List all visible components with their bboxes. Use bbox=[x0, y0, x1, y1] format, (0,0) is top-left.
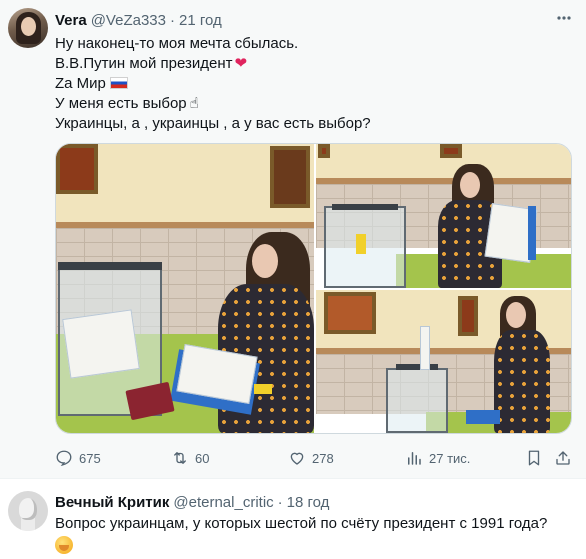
author-avatar[interactable] bbox=[8, 8, 48, 48]
woman-dress bbox=[494, 330, 550, 433]
reply-count: 675 bbox=[79, 450, 101, 466]
reply-author-name[interactable]: Вечный Критик bbox=[55, 494, 169, 511]
reply-header: Вечный Критик @eternal_critic · 18 год bbox=[55, 493, 329, 511]
ru-flag-icon bbox=[109, 77, 128, 89]
ballot bbox=[62, 309, 140, 379]
reply-icon bbox=[56, 450, 72, 466]
like-count: 278 bbox=[312, 450, 334, 466]
author-name[interactable]: Vera bbox=[55, 12, 87, 29]
bookmark-icon bbox=[528, 450, 540, 466]
tweet-header: Vera @VeZa333 · 21 год bbox=[55, 10, 222, 30]
share-icon bbox=[556, 451, 570, 465]
more-dots-icon[interactable] bbox=[552, 9, 576, 29]
bookmark-button[interactable] bbox=[525, 448, 549, 468]
ballot-box bbox=[386, 368, 448, 433]
tweet-text-line: Za Мир bbox=[55, 74, 575, 94]
photo-2[interactable] bbox=[316, 144, 571, 288]
hand-over-mouth-icon bbox=[55, 536, 73, 554]
like-heart-icon bbox=[290, 452, 304, 465]
painting bbox=[56, 144, 98, 194]
tweet-line-2: В.В.Путин мой президент bbox=[55, 55, 233, 72]
painting bbox=[324, 292, 376, 334]
separator-dot: · bbox=[169, 11, 175, 29]
like-button[interactable]: 278 bbox=[288, 448, 334, 468]
reply-text: Вопрос украинцам, у которых шестой по сч… bbox=[55, 515, 548, 532]
tweet-timestamp[interactable]: 21 год bbox=[179, 12, 222, 29]
tweet-line-1: Ну наконец-то моя мечта сбылась. bbox=[55, 35, 299, 52]
tweet[interactable]: Vera @VeZa333 · 21 год Ну наконец-то моя… bbox=[0, 0, 586, 478]
heart-icon: ❤ bbox=[234, 55, 248, 72]
photo-1[interactable] bbox=[56, 144, 314, 433]
retweet-button[interactable]: 60 bbox=[171, 448, 209, 468]
raised-finger-icon: ☝ bbox=[189, 95, 199, 112]
ballot bbox=[420, 326, 430, 370]
photo-3[interactable] bbox=[316, 290, 571, 433]
views-count: 27 тис. bbox=[429, 450, 471, 466]
reply-author-handle[interactable]: @eternal_critic bbox=[173, 494, 273, 511]
retweet-count: 60 bbox=[195, 450, 210, 466]
painting bbox=[270, 146, 310, 208]
reply-timestamp[interactable]: 18 год bbox=[287, 494, 330, 511]
tweet-text-line: У меня есть выбор ☝ bbox=[55, 94, 575, 114]
tweet-line-4: У меня есть выбор bbox=[55, 95, 187, 112]
reply-author-avatar[interactable] bbox=[8, 491, 48, 531]
tweet-text-line: В.В.Путин мой президент ❤ bbox=[55, 54, 575, 74]
reply-button[interactable]: 675 bbox=[55, 448, 101, 468]
tweet-actions: 675 60 278 27 тис. bbox=[55, 448, 572, 468]
statue-bust bbox=[19, 498, 37, 520]
separator-dot: · bbox=[277, 493, 283, 511]
share-button[interactable] bbox=[554, 448, 578, 468]
tweet-line-5: Украинцы, а , украинцы , а у вас есть вы… bbox=[55, 115, 371, 132]
views-chart-icon bbox=[408, 452, 421, 465]
media-grid bbox=[55, 143, 572, 434]
tweet-line-3: Za Мир bbox=[55, 75, 106, 92]
tweet-text-line: Ну наконец-то моя мечта сбылась. bbox=[55, 34, 575, 54]
views-button[interactable]: 27 тис. bbox=[405, 448, 470, 468]
tweet-text-line: Украинцы, а , украинцы , а у вас есть вы… bbox=[55, 114, 575, 134]
avatar-face bbox=[21, 17, 36, 36]
retweet-icon bbox=[174, 452, 186, 464]
author-handle[interactable]: @VeZa333 bbox=[91, 12, 166, 29]
